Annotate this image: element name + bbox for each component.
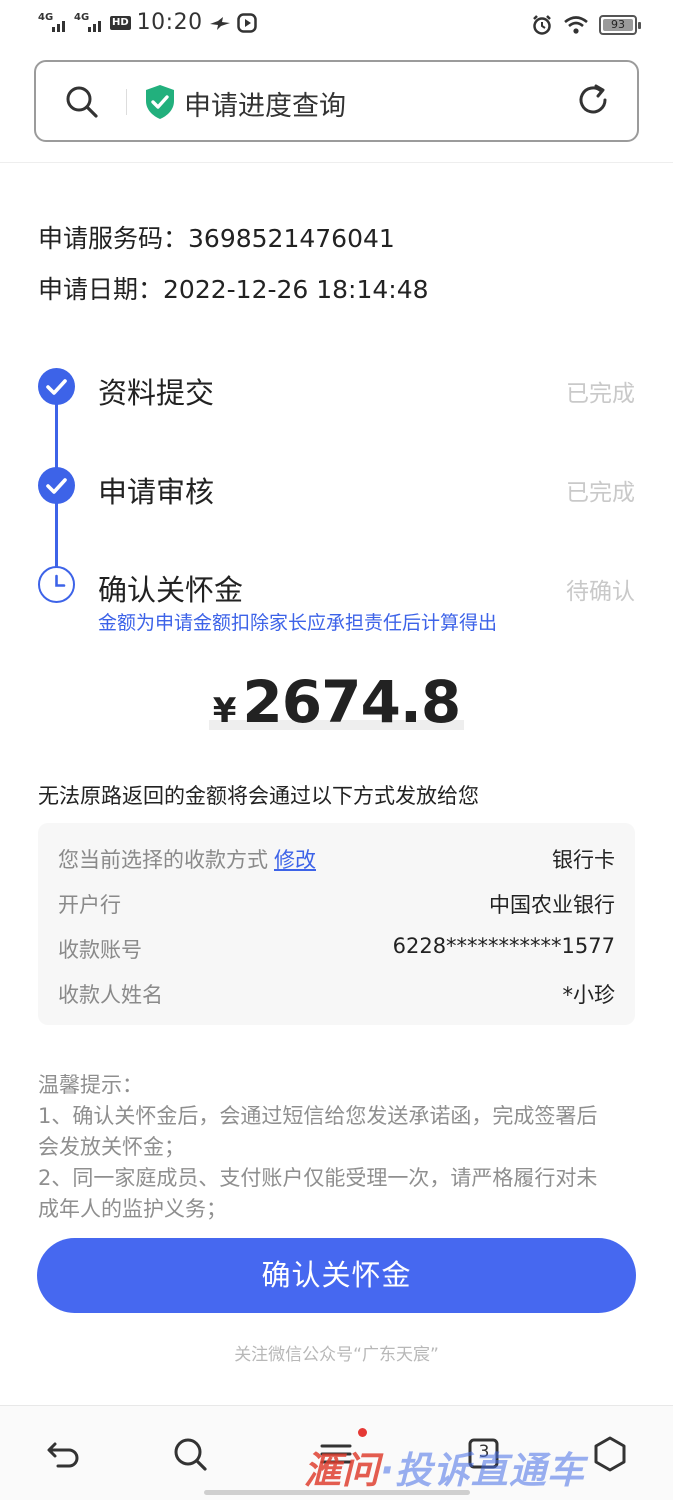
signal-icon-2: 4G <box>74 12 104 34</box>
bank-label: 开户行 <box>58 893 121 917</box>
bank-value: 中国农业银行 <box>489 893 615 917</box>
step-status-confirm: 待确认 <box>566 579 635 605</box>
battery-icon: 93 <box>599 15 641 35</box>
tip-1-cont: 会发放关怀金； <box>38 1135 185 1159</box>
tip-2: 2、同一家庭成员、支付账户仅能受理一次，请严格履行对未 <box>38 1166 598 1190</box>
page-title: 申请进度查询 <box>184 91 346 122</box>
step-connector-1 <box>55 400 58 470</box>
watermark-part-2: ·投诉直通车 <box>380 1449 586 1492</box>
step-status-review: 已完成 <box>566 480 635 506</box>
reload-icon[interactable] <box>575 82 611 120</box>
step-label-submit: 资料提交 <box>98 376 215 410</box>
tips: 温馨提示： 1、确认关怀金后，会通过短信给您发送承诺函，完成签署后 会发放关怀金… <box>38 1070 638 1225</box>
bank-row: 开户行 中国农业银行 <box>58 889 615 919</box>
home-icon[interactable] <box>590 1434 630 1474</box>
search-icon[interactable] <box>64 84 100 120</box>
signal-label-1: 4G <box>38 11 54 23</box>
step-label-confirm: 确认关怀金 <box>98 573 244 607</box>
service-code-row: 申请服务码：3698521476041 <box>38 219 395 255</box>
payee-value: *小珍 <box>562 983 616 1007</box>
header-divider <box>0 162 673 163</box>
clock-icon <box>38 566 75 603</box>
application-date-label: 申请日期： <box>38 275 164 304</box>
bird-icon <box>209 16 230 30</box>
amount-value: 2674.8 <box>242 668 461 736</box>
payee-label: 收款人姓名 <box>58 983 163 1007</box>
menu-notification-dot <box>358 1428 367 1437</box>
hd-badge: HD <box>110 15 131 30</box>
payment-method-row: 您当前选择的收款方式 修改 银行卡 <box>58 844 615 874</box>
payout-intro: 无法原路返回的金额将会通过以下方式发放给您 <box>38 784 479 808</box>
step-check-icon <box>38 467 75 504</box>
watermark-part-1: 滙问 <box>304 1449 380 1492</box>
step-check-icon <box>38 368 75 405</box>
signal-icon-1: 4G <box>38 12 68 34</box>
tip-1: 1、确认关怀金后，会通过短信给您发送承诺函，完成签署后 <box>38 1104 598 1128</box>
account-row: 收款账号 6228***********1577 <box>58 934 615 964</box>
address-bar[interactable]: 申请进度查询 <box>34 60 639 142</box>
battery-level: 93 <box>611 18 625 31</box>
edit-payment-link[interactable]: 修改 <box>274 848 316 872</box>
back-icon[interactable] <box>44 1434 84 1474</box>
step-status-submit: 已完成 <box>566 381 635 407</box>
amount-note: 金额为申请金额扣除家长应承担责任后计算得出 <box>98 612 498 634</box>
currency-symbol: ¥ <box>212 691 237 731</box>
media-play-icon <box>236 12 257 33</box>
confirm-button[interactable]: 确认关怀金 <box>37 1238 636 1313</box>
amount-display: ¥2674.8 <box>0 668 673 736</box>
service-code-value: 3698521476041 <box>188 224 395 253</box>
payment-card: 您当前选择的收款方式 修改 银行卡 开户行 中国农业银行 收款账号 6228***… <box>38 823 635 1025</box>
application-date-value: 2022-12-26 18:14:48 <box>163 275 429 304</box>
follow-text: 关注微信公众号“广东天宸” <box>234 1345 439 1365</box>
address-divider <box>126 89 127 115</box>
step-connector-2 <box>55 498 58 568</box>
alarm-icon <box>533 15 551 35</box>
shield-check-icon <box>146 85 174 119</box>
home-indicator[interactable] <box>204 1490 470 1495</box>
payment-method-value: 银行卡 <box>552 848 615 872</box>
tips-title: 温馨提示： <box>38 1073 143 1097</box>
signal-label-2: 4G <box>74 11 90 23</box>
account-value: 6228***********1577 <box>392 934 615 958</box>
service-code-label: 申请服务码： <box>38 224 189 253</box>
tip-2-cont: 成年人的监护义务； <box>38 1197 227 1221</box>
payee-row: 收款人姓名 *小珍 <box>58 979 615 1009</box>
status-time: 10:20 <box>136 10 203 35</box>
step-label-review: 申请审核 <box>98 475 215 509</box>
status-bar: 4G 4G HD 10:20 93 <box>0 0 673 52</box>
application-date-row: 申请日期：2022-12-26 18:14:48 <box>38 270 429 306</box>
payment-method-label: 您当前选择的收款方式 <box>58 848 268 872</box>
watermark: 滙问·投诉直通车 <box>304 1440 585 1494</box>
account-label: 收款账号 <box>58 938 142 962</box>
wifi-icon <box>564 16 588 34</box>
search-icon[interactable] <box>170 1434 210 1474</box>
